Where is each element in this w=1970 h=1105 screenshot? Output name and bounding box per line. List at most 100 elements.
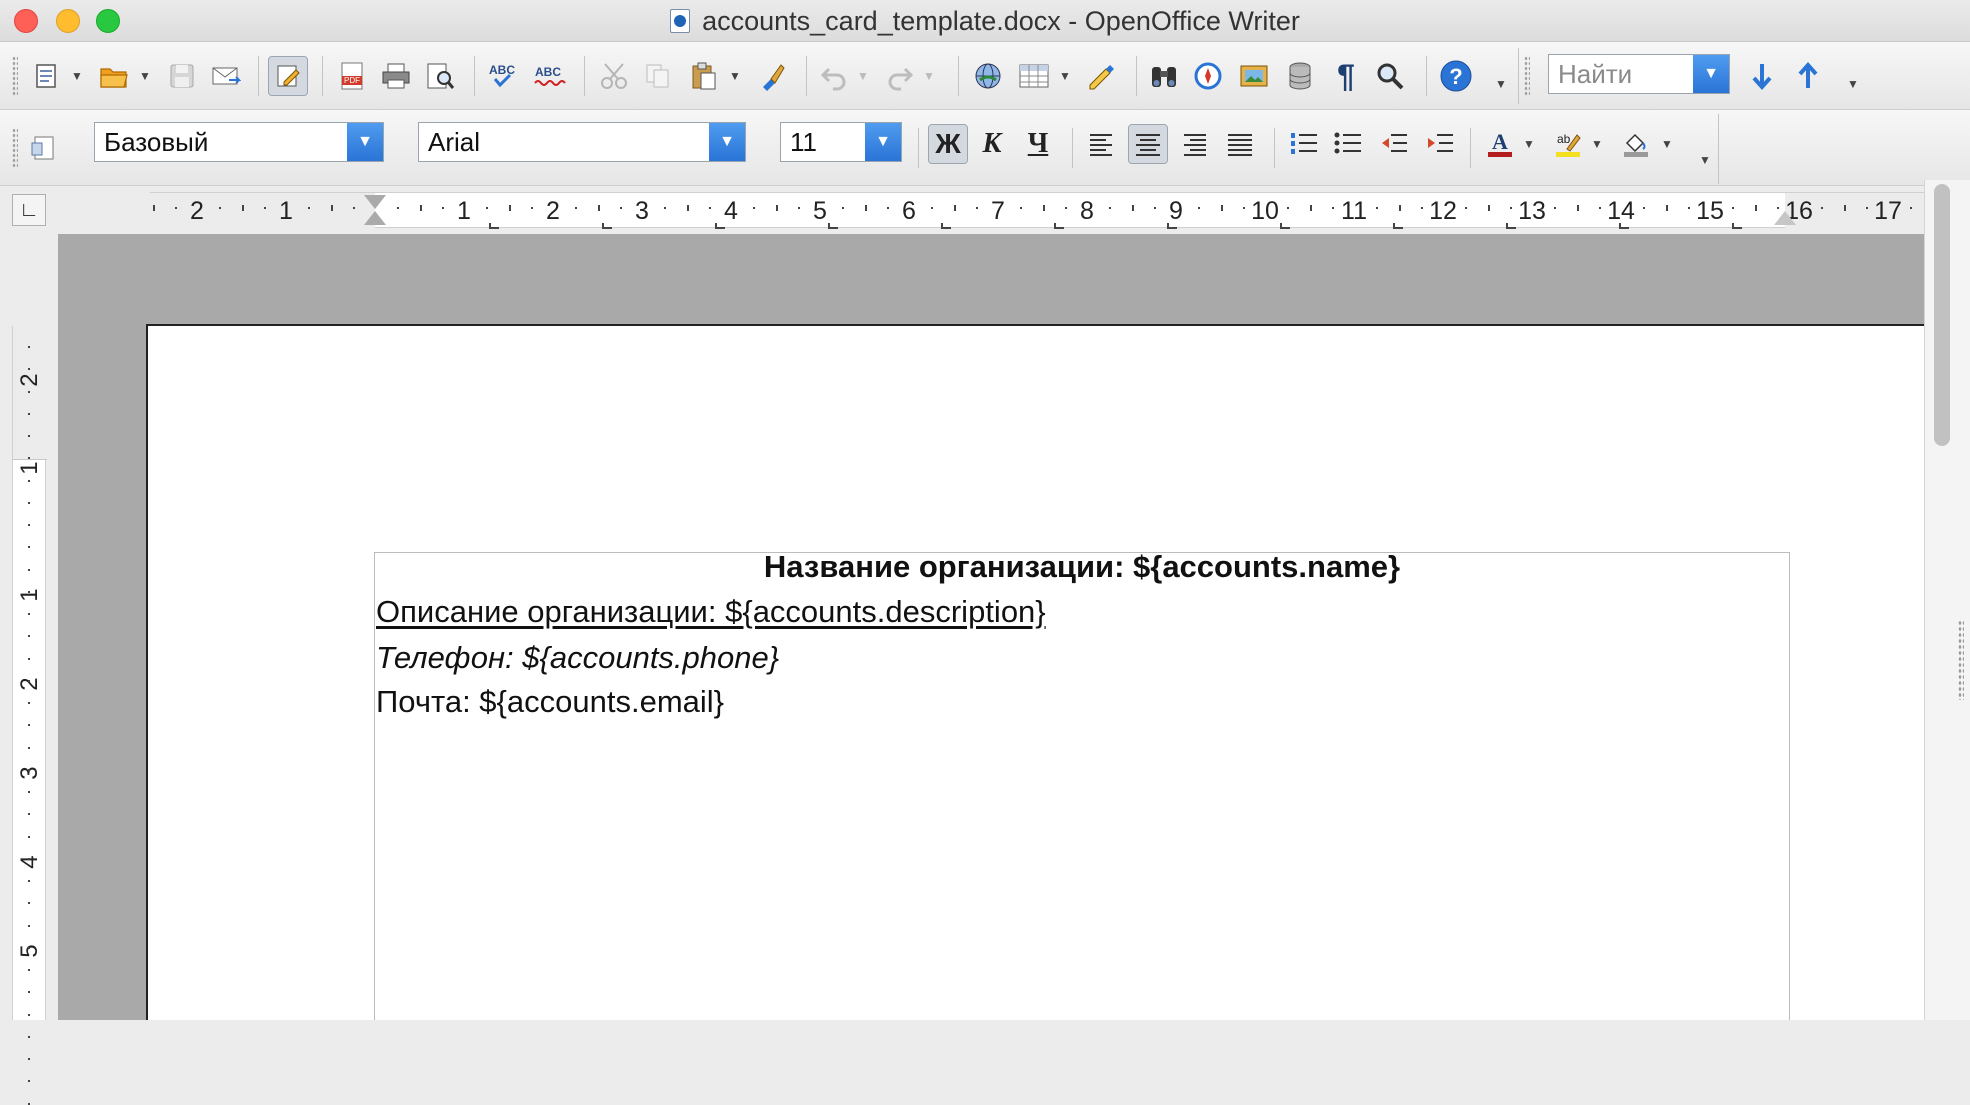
find-toolbar-overflow-arrow[interactable]: ▼	[1846, 64, 1860, 104]
underline-button[interactable]: Ч	[1018, 124, 1058, 164]
paragraph-style-combobox[interactable]: Базовый ▼	[94, 122, 384, 162]
table-icon[interactable]	[1014, 56, 1054, 96]
align-right-icon[interactable]	[1174, 124, 1214, 164]
magnifier-icon[interactable]	[1370, 56, 1410, 96]
tab-stop-marker[interactable]	[941, 223, 951, 229]
globe-link-icon[interactable]	[968, 56, 1008, 96]
draw-pencil-icon[interactable]	[1082, 56, 1122, 96]
toolbar-separator	[1072, 128, 1073, 168]
font-name-combobox[interactable]: Arial ▼	[418, 122, 746, 162]
vertical-scrollbar[interactable]	[1924, 180, 1970, 1020]
vertical-ruler-top-margin	[13, 240, 47, 460]
document-line-organization-description[interactable]: Описание организации: ${accounts.descrip…	[376, 594, 1046, 630]
tab-stop-marker[interactable]	[828, 223, 838, 229]
tab-stop-marker[interactable]	[1054, 223, 1064, 229]
pencil-edit-icon[interactable]	[268, 56, 308, 96]
font-size-value[interactable]: 11	[781, 127, 865, 158]
new-document-dropdown[interactable]: ▼	[70, 56, 84, 96]
database-icon[interactable]	[1280, 56, 1320, 96]
find-input[interactable]: Найти	[1549, 59, 1693, 90]
pilcrow-icon[interactable]: ¶	[1326, 56, 1366, 96]
tab-stop-marker[interactable]	[715, 223, 725, 229]
save-icon[interactable]	[162, 56, 202, 96]
font-color-dropdown[interactable]: ▼	[1522, 124, 1536, 164]
tab-stop-marker[interactable]	[1280, 223, 1290, 229]
find-previous-icon[interactable]	[1788, 56, 1828, 96]
background-color-dropdown[interactable]: ▼	[1660, 124, 1674, 164]
decrease-indent-icon[interactable]	[1374, 124, 1414, 164]
highlighting-dropdown[interactable]: ▼	[1590, 124, 1604, 164]
first-line-indent-marker[interactable]	[364, 195, 386, 209]
font-name-value[interactable]: Arial	[419, 127, 709, 158]
paragraph-style-value[interactable]: Базовый	[95, 127, 347, 158]
find-toolbar-grip[interactable]	[1524, 56, 1530, 96]
undo-dropdown[interactable]: ▼	[856, 56, 870, 96]
copy-icon[interactable]	[638, 56, 678, 96]
abc-underline-icon[interactable]: ABC	[530, 56, 570, 96]
tab-stop-marker[interactable]	[489, 223, 499, 229]
envelope-icon[interactable]	[206, 56, 246, 96]
new-document-icon[interactable]	[26, 56, 66, 96]
font-color-icon[interactable]: A	[1480, 124, 1520, 164]
scissors-icon[interactable]	[594, 56, 634, 96]
increase-indent-icon[interactable]	[1420, 124, 1460, 164]
document-line-phone[interactable]: Телефон: ${accounts.phone}	[376, 640, 779, 676]
document-line-email[interactable]: Почта: ${accounts.email}	[376, 684, 724, 720]
help-icon[interactable]: ?	[1436, 56, 1476, 96]
printer-icon[interactable]	[376, 56, 416, 96]
compass-icon[interactable]	[1188, 56, 1228, 96]
document-line-organization-name[interactable]: Название организации: ${accounts.name}	[374, 549, 1790, 585]
tab-type-selector[interactable]: ∟	[12, 194, 46, 226]
paintbrush-icon[interactable]	[752, 56, 792, 96]
tab-stop-marker[interactable]	[602, 223, 612, 229]
background-color-icon[interactable]	[1616, 124, 1656, 164]
redo-dropdown[interactable]: ▼	[922, 56, 936, 96]
tab-stop-marker[interactable]	[1506, 223, 1516, 229]
binoculars-icon[interactable]	[1144, 56, 1184, 96]
vertical-ruler-tick	[28, 346, 30, 348]
right-indent-marker[interactable]	[1774, 211, 1796, 225]
toolbar-grip[interactable]	[12, 128, 18, 168]
font-size-dropdown-button[interactable]: ▼	[865, 123, 901, 161]
find-next-icon[interactable]	[1742, 56, 1782, 96]
tab-stop-marker[interactable]	[1393, 223, 1403, 229]
tab-stop-marker[interactable]	[1732, 223, 1742, 229]
horizontal-ruler[interactable]: 2 1 1 2 3 4 5 6 7 8 9 10 11 12 13 14 15 16 17	[150, 192, 1924, 229]
paragraph-style-dropdown-button[interactable]: ▼	[347, 123, 383, 161]
undo-icon[interactable]	[814, 56, 854, 96]
open-dropdown[interactable]: ▼	[138, 56, 152, 96]
abc-check-icon[interactable]: ABC	[484, 56, 524, 96]
highlighting-icon[interactable]: ab	[1548, 124, 1588, 164]
pdf-icon[interactable]: PDF	[332, 56, 372, 96]
tab-stop-marker[interactable]	[1619, 223, 1629, 229]
ruler-tick	[1843, 205, 1846, 211]
folder-open-icon[interactable]	[94, 56, 134, 96]
find-combobox[interactable]: Найти ▼	[1548, 54, 1730, 94]
toolbar-grip[interactable]	[12, 56, 18, 96]
table-dropdown[interactable]: ▼	[1058, 56, 1072, 96]
find-dropdown-button[interactable]: ▼	[1693, 55, 1729, 93]
align-left-icon[interactable]	[1082, 124, 1122, 164]
vertical-ruler[interactable]: 2 1 1 2 3 4 5	[12, 240, 47, 1105]
font-name-dropdown-button[interactable]: ▼	[709, 123, 745, 161]
bullet-list-icon[interactable]	[1328, 124, 1368, 164]
vertical-scrollbar-thumb[interactable]	[1934, 184, 1950, 446]
vertical-ruler-tick	[28, 657, 30, 660]
paste-dropdown[interactable]: ▼	[728, 56, 742, 96]
gallery-icon[interactable]	[1234, 56, 1274, 96]
styles-formatting-icon[interactable]	[24, 128, 64, 168]
tab-stop-marker[interactable]	[1167, 223, 1177, 229]
align-center-icon[interactable]	[1128, 124, 1168, 164]
toolbar-overflow-arrow[interactable]: ▼	[1494, 64, 1508, 104]
left-indent-marker[interactable]	[364, 211, 386, 225]
formatting-toolbar-overflow-arrow[interactable]: ▼	[1698, 140, 1712, 180]
redo-icon[interactable]	[880, 56, 920, 96]
font-size-combobox[interactable]: 11 ▼	[780, 122, 902, 162]
bold-button[interactable]: Ж	[928, 124, 968, 164]
print-preview-icon[interactable]	[420, 56, 460, 96]
italic-button[interactable]: К	[972, 124, 1012, 164]
justify-icon[interactable]	[1220, 124, 1260, 164]
sidebar-resize-grip[interactable]	[1958, 620, 1964, 700]
numbered-list-icon[interactable]	[1284, 124, 1324, 164]
clipboard-icon[interactable]	[684, 56, 724, 96]
